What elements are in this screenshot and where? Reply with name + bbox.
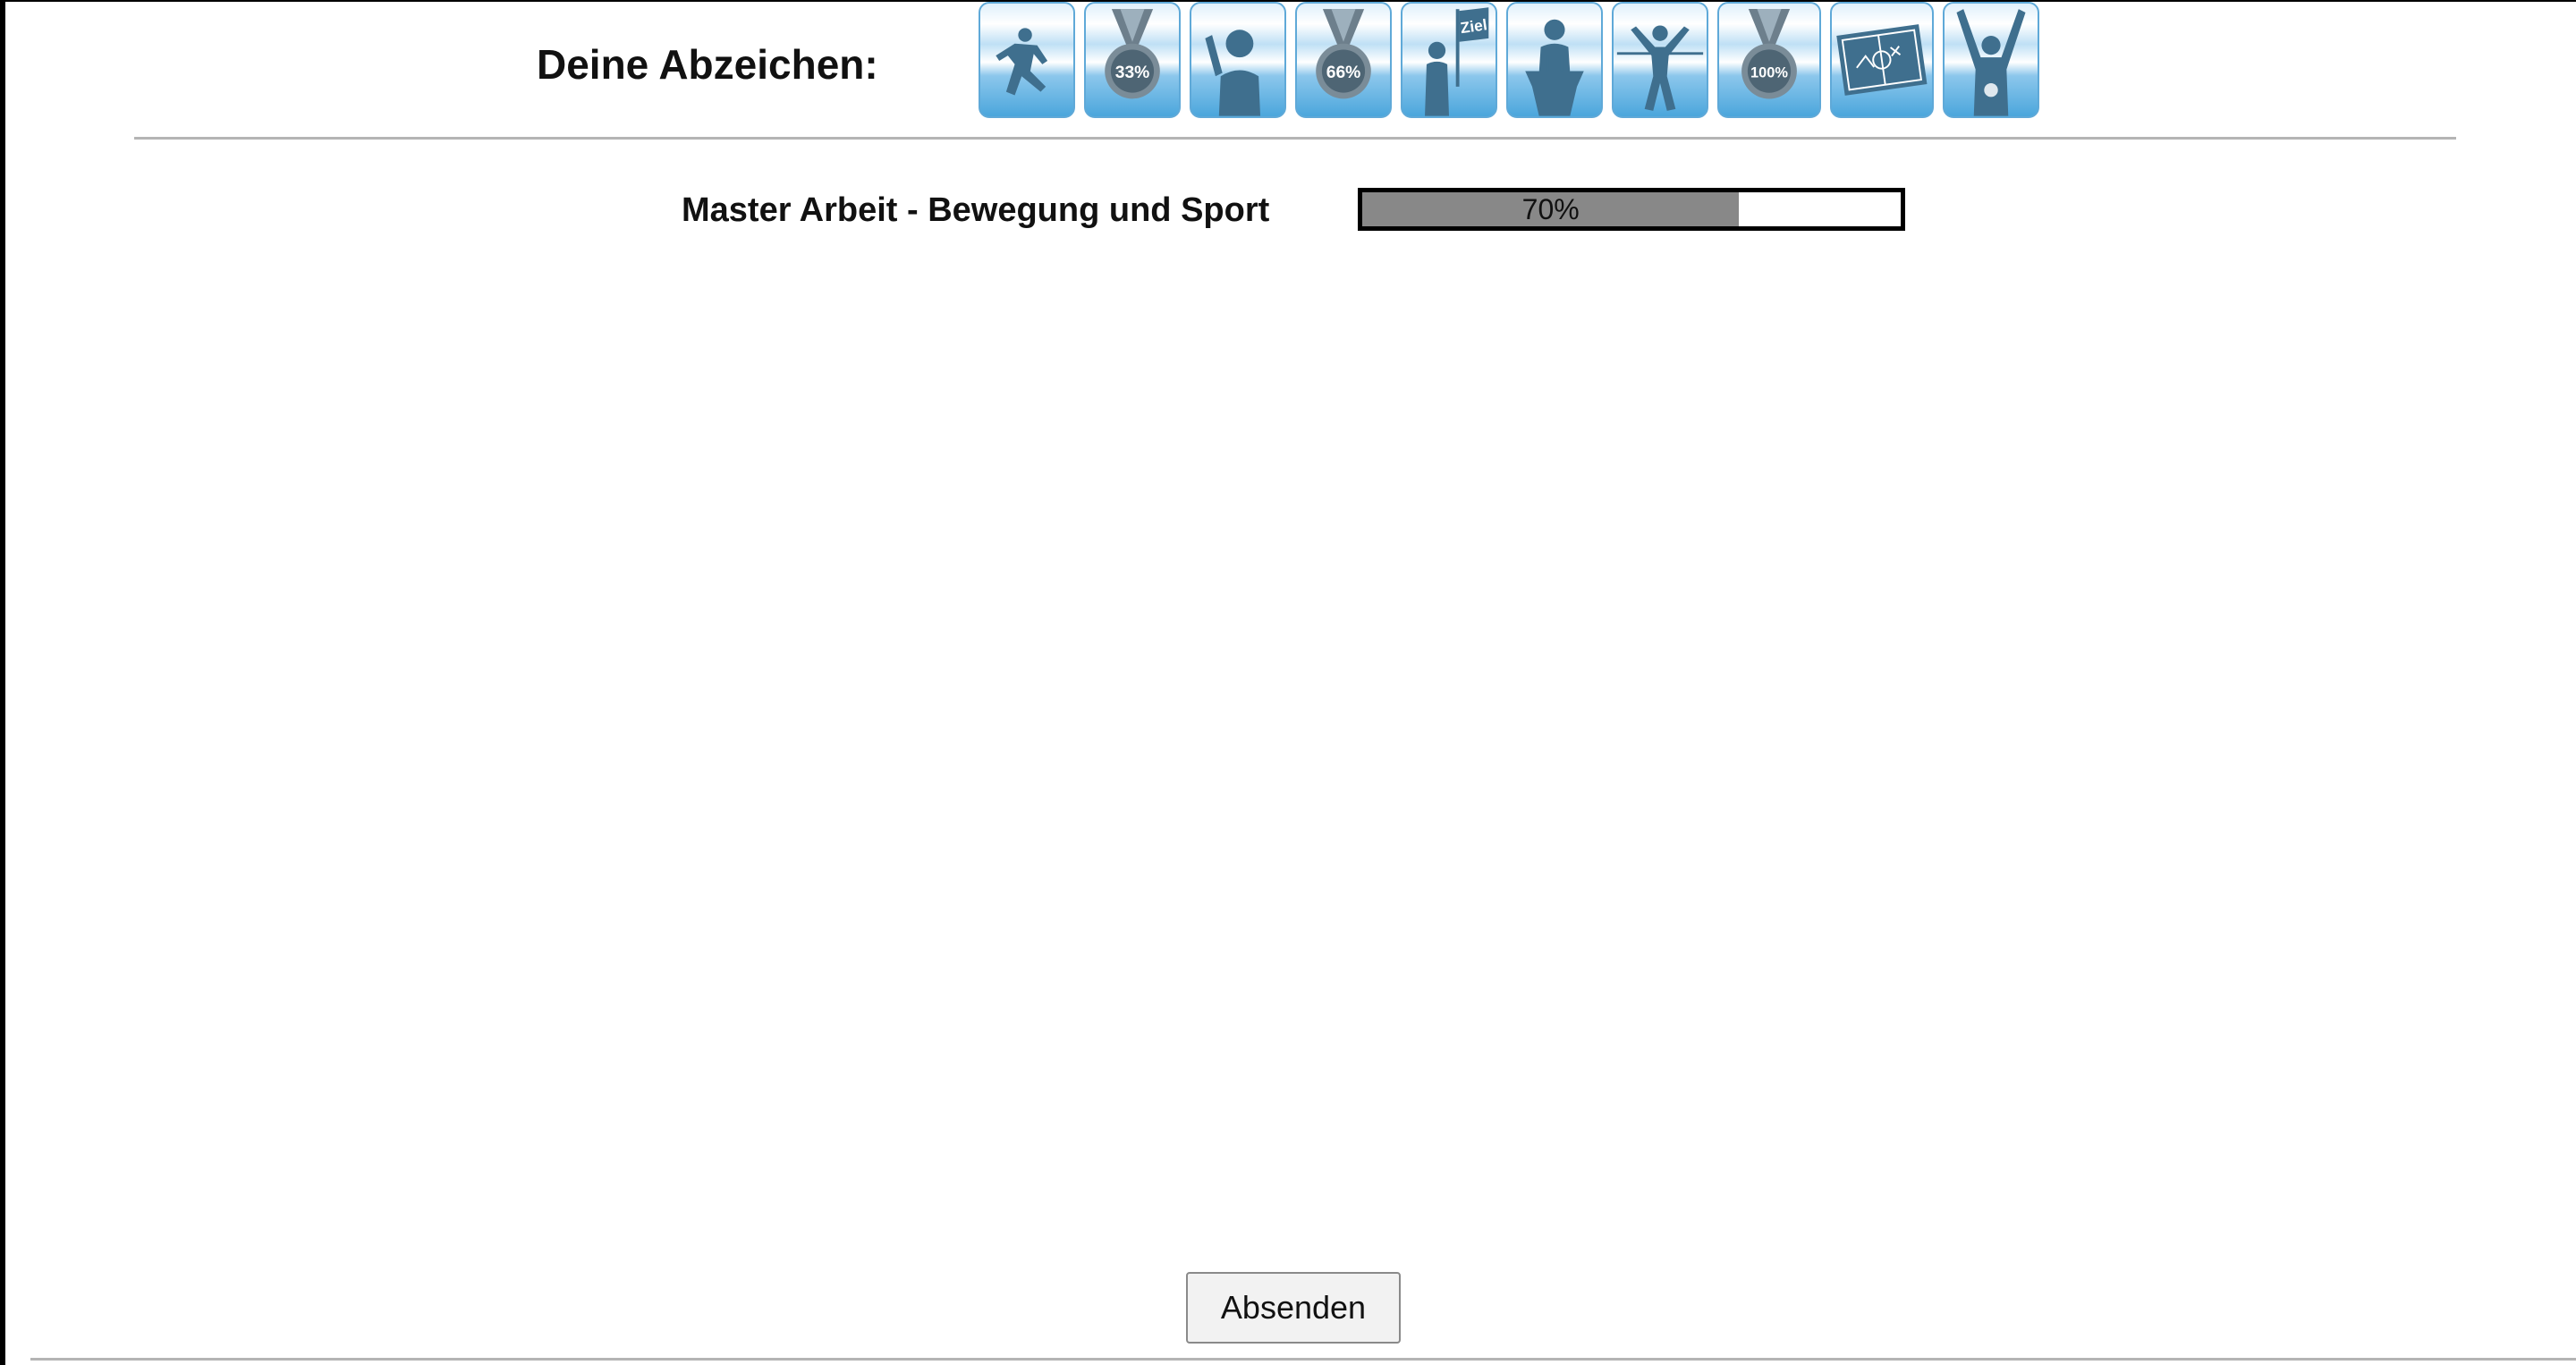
badge-label: 33% (1115, 64, 1150, 82)
winner-cheering-icon (1956, 9, 2026, 116)
progress-bar: 70% (1358, 188, 1905, 231)
finish-flag-person-icon: Ziel (1425, 7, 1489, 116)
badge-speaker-podium (1506, 2, 1603, 118)
badge-tactics-board (1830, 2, 1934, 118)
tactics-board-icon (1836, 24, 1928, 96)
badge-medal-100: 100% (1717, 2, 1821, 118)
badge-runner-start (979, 2, 1075, 118)
badge-waving-person (1190, 2, 1286, 118)
left-window-edge (0, 0, 5, 1365)
medal-icon: 33% (1105, 9, 1160, 99)
badge-label: 100% (1750, 64, 1788, 81)
progress-text: 70% (1521, 193, 1580, 225)
badge-row: 33% 66% Ziel 100% (979, 2, 2039, 122)
medal-icon: 66% (1316, 9, 1371, 99)
waving-person-icon (1205, 30, 1261, 116)
project-title: Master Arbeit - Bewegung und Sport (682, 191, 1270, 229)
badges-title: Deine Abzeichen: (537, 41, 878, 88)
footer-divider (30, 1358, 2576, 1361)
badge-label: Ziel (1459, 15, 1487, 37)
finish-line-runner-icon (1616, 25, 1704, 111)
badge-medal-33: 33% (1084, 2, 1181, 118)
submit-button[interactable]: Absenden (1186, 1272, 1401, 1344)
page: Deine Abzeichen: 33% 66% Ziel 100% Maste… (0, 0, 2576, 1365)
header-divider (134, 137, 2456, 140)
badge-label: 66% (1326, 64, 1361, 82)
badge-finish-flag: Ziel (1401, 2, 1497, 118)
badge-winner-cheering (1943, 2, 2039, 118)
badge-medal-66: 66% (1295, 2, 1392, 118)
runner-start-icon (996, 28, 1048, 96)
speaker-podium-icon (1525, 19, 1584, 116)
badge-finish-line-runner (1612, 2, 1708, 118)
medal-icon: 100% (1741, 9, 1797, 99)
